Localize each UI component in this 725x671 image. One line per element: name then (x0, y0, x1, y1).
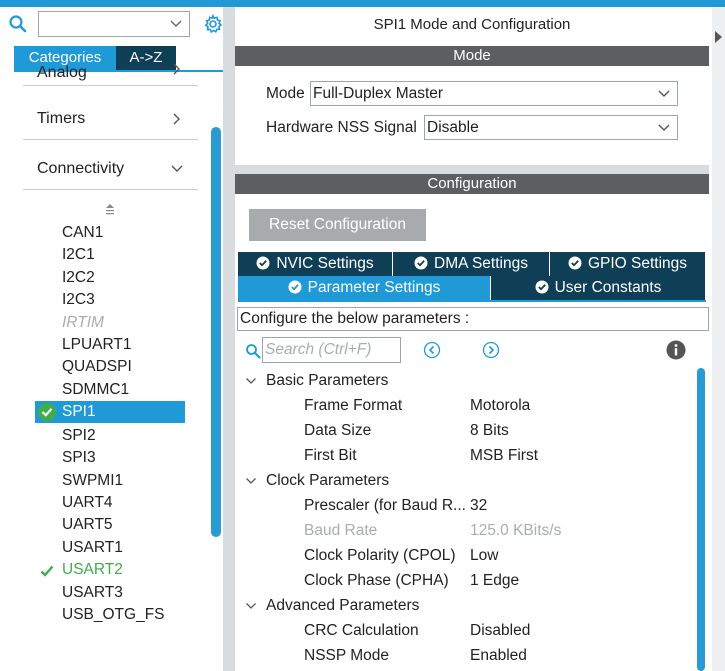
chevron-right-icon (173, 63, 180, 75)
param-name-cpol: Clock Polarity (CPOL) (304, 547, 456, 564)
tab-parameter-settings[interactable]: Parameter Settings (238, 276, 491, 300)
collapse-arrow-icon[interactable] (713, 30, 723, 44)
param-value-cpha[interactable]: 1 Edge (470, 570, 519, 592)
chevron-down-icon (246, 378, 256, 384)
top-accent-bar (0, 0, 725, 7)
peripheral-sdmmc1[interactable]: SDMMC1 (62, 379, 129, 401)
mode-select-value: Full-Duplex Master (313, 85, 444, 102)
parameters-hint: Configure the below parameters : (237, 307, 709, 331)
tab-nvic-settings[interactable]: NVIC Settings (238, 252, 393, 276)
search-icon[interactable] (8, 14, 28, 34)
param-value-prescaler[interactable]: 32 (470, 495, 487, 517)
param-value-data-size[interactable]: 8 Bits (470, 420, 509, 442)
chevron-down-icon (170, 20, 182, 27)
chevron-down-icon (246, 603, 256, 609)
sort-icon[interactable] (104, 203, 116, 217)
param-name-first-bit: First Bit (304, 447, 357, 464)
info-icon[interactable] (666, 340, 686, 360)
param-value-first-bit[interactable]: MSB First (470, 445, 538, 467)
peripheral-spi2[interactable]: SPI2 (62, 425, 96, 447)
previous-match-icon[interactable] (423, 341, 441, 359)
check-circle-icon (256, 256, 270, 270)
check-icon (40, 565, 54, 577)
group-label: Clock Parameters (266, 472, 390, 489)
peripheral-i2c3[interactable]: I2C3 (62, 289, 95, 311)
section-divider (235, 165, 709, 174)
left-scrollbar-thumb[interactable] (211, 127, 221, 537)
right-edge-strip (712, 7, 725, 671)
param-value-cpol[interactable]: Low (470, 545, 498, 567)
peripheral-usart1[interactable]: USART1 (62, 537, 123, 559)
tab-label: User Constants (554, 279, 662, 296)
mode-select[interactable]: Full-Duplex Master (310, 81, 678, 106)
mode-label: Mode (266, 85, 305, 102)
peripheral-i2c1[interactable]: I2C1 (62, 244, 95, 266)
param-value-frame-format[interactable]: Motorola (470, 395, 530, 417)
peripheral-i2c2[interactable]: I2C2 (62, 267, 95, 289)
peripheral-uart4[interactable]: UART4 (62, 492, 113, 514)
peripheral-usart3[interactable]: USART3 (62, 582, 123, 604)
param-value-baud-rate: 125.0 KBits/s (470, 522, 562, 539)
peripheral-uart5[interactable]: UART5 (62, 514, 113, 536)
reset-configuration-button[interactable]: Reset Configuration (249, 209, 426, 241)
param-name-prescaler: Prescaler (for Baud R... (304, 497, 466, 514)
peripheral-quadspi[interactable]: QUADSPI (62, 356, 132, 378)
group-label: Basic Parameters (266, 372, 389, 389)
peripheral-spi3[interactable]: SPI3 (62, 447, 96, 469)
param-name-baud-rate: Baud Rate (304, 522, 378, 539)
nss-signal-select[interactable]: Disable (424, 115, 678, 140)
peripheral-label: SPI1 (62, 403, 96, 420)
peripheral-lpuart1[interactable]: LPUART1 (62, 334, 132, 356)
chevron-down-icon (171, 165, 183, 172)
chevron-down-icon (658, 124, 670, 131)
peripheral-search-combo[interactable] (38, 11, 190, 37)
parameter-search-input[interactable]: Search (Ctrl+F) (262, 337, 401, 363)
check-circle-icon (568, 256, 582, 270)
chevron-right-icon (173, 113, 180, 125)
peripheral-can1[interactable]: CAN1 (62, 222, 103, 244)
tab-gpio-settings[interactable]: GPIO Settings (550, 252, 706, 276)
category-label: Timers (37, 110, 86, 127)
category-analog[interactable]: Analog (23, 58, 198, 86)
param-value-crc[interactable]: Disabled (470, 620, 530, 642)
search-icon (246, 344, 261, 359)
param-name-frame-format: Frame Format (304, 397, 403, 414)
tab-user-constants[interactable]: User Constants (491, 276, 706, 300)
param-name-nssp: NSSP Mode (304, 647, 390, 664)
peripheral-spi1-selected[interactable]: SPI1 (35, 401, 185, 423)
param-name-data-size: Data Size (304, 422, 372, 439)
param-name-crc: CRC Calculation (304, 622, 419, 639)
category-connectivity[interactable]: Connectivity (23, 150, 198, 190)
check-circle-icon (38, 403, 56, 421)
category-label: Analog (37, 64, 87, 81)
chevron-down-icon (658, 90, 670, 97)
tab-label: NVIC Settings (276, 255, 374, 272)
peripheral-irtim[interactable]: IRTIM (62, 312, 104, 334)
tab-underline (238, 300, 706, 302)
category-timers[interactable]: Timers (23, 100, 198, 140)
peripheral-swpmi1[interactable]: SWPMI1 (62, 470, 123, 492)
tab-label: GPIO Settings (587, 255, 688, 272)
peripheral-usb-otg-fs[interactable]: USB_OTG_FS (62, 604, 165, 626)
parameters-scrollbar-thumb[interactable] (697, 368, 705, 671)
check-circle-icon (535, 280, 549, 294)
configuration-section-header: Configuration (235, 174, 709, 194)
mode-section-header: Mode (235, 46, 709, 66)
tab-dma-settings[interactable]: DMA Settings (393, 252, 550, 276)
nss-signal-value: Disable (427, 119, 479, 136)
param-value-nssp[interactable]: Enabled (470, 645, 527, 667)
peripheral-usart2[interactable]: USART2 (62, 559, 123, 581)
tab-label: Parameter Settings (307, 279, 441, 296)
nss-signal-label: Hardware NSS Signal (266, 119, 417, 136)
page-title: SPI1 Mode and Configuration (373, 16, 571, 33)
param-name-cpha: Clock Phase (CPHA) (304, 572, 449, 589)
check-circle-icon (288, 280, 302, 294)
next-match-icon[interactable] (482, 341, 500, 359)
group-label: Advanced Parameters (266, 597, 420, 614)
check-circle-icon (414, 256, 428, 270)
panel-splitter[interactable] (223, 7, 235, 671)
category-label: Connectivity (37, 160, 125, 177)
chevron-down-icon (246, 478, 256, 484)
tab-label: DMA Settings (434, 255, 528, 272)
